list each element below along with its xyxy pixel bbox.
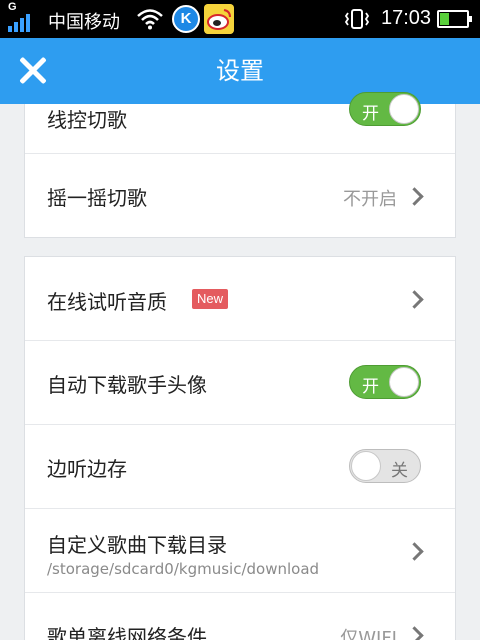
setting-line-control[interactable]: 线控切歌 开 xyxy=(25,92,455,154)
battery-level xyxy=(440,13,449,25)
kugou-icon: K xyxy=(172,5,200,33)
toggle-state-label: 开 xyxy=(362,104,379,124)
listen-save-toggle[interactable]: 关 xyxy=(349,449,421,483)
setting-label: 自动下载歌手头像 xyxy=(47,373,207,397)
setting-shake[interactable]: 摇一摇切歌 不开启 xyxy=(25,154,455,238)
setting-label: 自定义歌曲下载目录 xyxy=(47,533,227,557)
setting-online-quality[interactable]: 在线试听音质 New xyxy=(25,257,455,341)
chevron-right-icon xyxy=(405,626,424,640)
toggle-knob xyxy=(351,451,381,481)
carrier-name: 中国移动 xyxy=(48,12,120,33)
wifi-icon xyxy=(137,9,163,30)
setting-listen-save[interactable]: 边听边存 关 xyxy=(25,425,455,509)
setting-label: 线控切歌 xyxy=(47,108,127,132)
toggle-knob xyxy=(389,367,419,397)
setting-value: 不开启 xyxy=(343,189,397,210)
toggle-state-label: 开 xyxy=(362,377,379,397)
weibo-icon xyxy=(204,4,234,34)
setting-label: 在线试听音质 xyxy=(47,290,167,314)
chevron-right-icon xyxy=(405,290,424,309)
setting-value: 仅WIFI xyxy=(340,628,397,640)
signal-icon xyxy=(8,12,36,32)
toggle-state-label: 关 xyxy=(391,461,408,481)
new-badge: New xyxy=(192,289,229,309)
vibrate-icon xyxy=(344,9,370,29)
settings-group-2: 在线试听音质 New 自动下载歌手头像 开 边听边存 关 自定义歌曲下载目录 /… xyxy=(24,256,456,640)
chevron-right-icon xyxy=(405,542,424,561)
status-bar: G 中国移动 K 17:03 xyxy=(0,0,480,38)
settings-group-1: 线控切歌 开 摇一摇切歌 不开启 xyxy=(24,92,456,238)
chevron-right-icon xyxy=(405,187,424,206)
auto-download-avatar-toggle[interactable]: 开 xyxy=(349,365,421,399)
setting-label: 边听边存 xyxy=(47,457,127,481)
setting-auto-download-avatar[interactable]: 自动下载歌手头像 开 xyxy=(25,341,455,425)
close-icon[interactable] xyxy=(14,52,52,90)
setting-label: 摇一摇切歌 xyxy=(47,186,147,210)
toggle-knob xyxy=(389,94,419,124)
setting-playlist-offline[interactable]: 歌单离线网络条件 仅WIFI xyxy=(25,593,455,640)
setting-download-dir[interactable]: 自定义歌曲下载目录 /storage/sdcard0/kgmusic/downl… xyxy=(25,509,455,593)
battery-icon xyxy=(437,10,472,28)
line-control-toggle[interactable]: 开 xyxy=(349,92,421,126)
setting-label: 歌单离线网络条件 xyxy=(47,625,207,640)
download-path: /storage/sdcard0/kgmusic/download xyxy=(47,560,320,578)
clock: 17:03 xyxy=(381,7,432,29)
